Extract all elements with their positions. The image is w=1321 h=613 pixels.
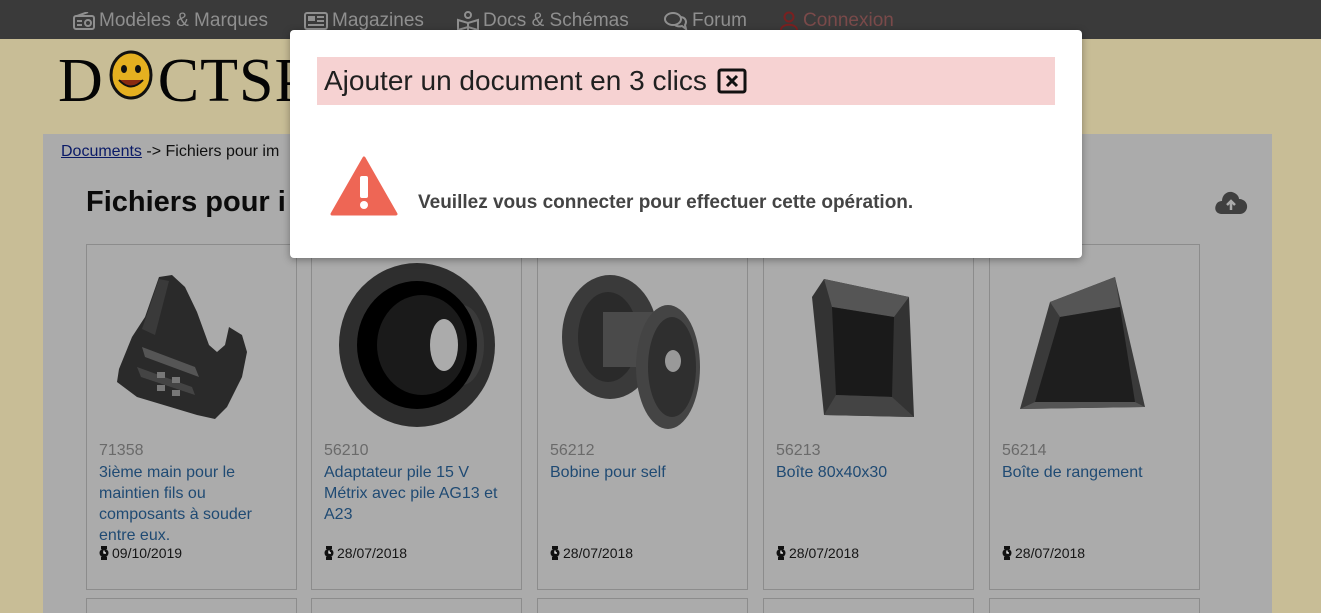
comments-icon: [664, 12, 688, 30]
book-reader-icon: [457, 11, 479, 31]
document-id: 56210: [324, 442, 369, 459]
document-card[interactable]: [989, 598, 1200, 613]
clock-icon: [776, 546, 786, 560]
nav-docs-schemas-label: Docs & Schémas: [483, 10, 629, 31]
close-icon[interactable]: [717, 68, 747, 94]
nav-models-brands[interactable]: Modèles & Marques: [73, 9, 268, 33]
clock-icon: [1002, 546, 1012, 560]
document-date-value: 28/07/2018: [789, 545, 860, 561]
document-id: 56212: [550, 442, 595, 459]
breadcrumb-current: Fichiers pour im: [165, 143, 280, 160]
document-card[interactable]: 56214 Boîte de rangement 28/07/2018: [989, 244, 1200, 590]
document-id: 71358: [99, 442, 144, 459]
nav-magazines-label: Magazines: [332, 10, 424, 31]
logo-text: CTSP: [157, 46, 310, 115]
document-date-value: 09/10/2019: [112, 545, 183, 561]
document-date: 28/07/2018: [1002, 545, 1085, 561]
nav-login-label: Connexion: [803, 10, 894, 31]
document-thumbnail: [339, 263, 495, 427]
page-title: Fichiers pour i: [86, 186, 286, 218]
newspaper-icon: [304, 12, 328, 30]
document-card[interactable]: [763, 598, 974, 613]
document-thumbnail: [812, 279, 914, 417]
document-card[interactable]: 56213 Boîte 80x40x30 28/07/2018: [763, 244, 974, 590]
document-title-link[interactable]: 3ième main pour le maintien fils ou comp…: [99, 462, 289, 546]
document-title-link[interactable]: Boîte de rangement: [1002, 462, 1192, 483]
document-id: 56214: [1002, 442, 1047, 459]
document-date-value: 28/07/2018: [1015, 545, 1086, 561]
radio-icon: [73, 12, 95, 30]
warning-icon: [330, 156, 398, 221]
breadcrumb: Documents -> Fichiers pour im: [61, 143, 279, 161]
document-title-link[interactable]: Adaptateur pile 15 V Métrix avec pile AG…: [324, 462, 514, 525]
smiley-icon: [106, 46, 156, 117]
user-icon: [780, 11, 798, 31]
clock-icon: [99, 546, 109, 560]
document-card[interactable]: [537, 598, 748, 613]
modal-title: Ajouter un document en 3 clics: [324, 65, 707, 96]
document-thumbnail: [562, 275, 700, 429]
document-date-value: 28/07/2018: [563, 545, 634, 561]
document-thumbnail: [1020, 277, 1145, 409]
site-logo[interactable]: D CTSP: [58, 47, 310, 115]
nav-models-brands-label: Modèles & Marques: [99, 10, 268, 31]
document-card[interactable]: [86, 598, 297, 613]
modal-header: Ajouter un document en 3 clics: [317, 57, 1055, 105]
login-required-message: Veuillez vous connecter pour effectuer c…: [418, 192, 914, 213]
breadcrumb-separator: ->: [141, 143, 166, 160]
logo-letter-d: D: [58, 46, 104, 115]
document-date: 28/07/2018: [324, 545, 407, 561]
document-id: 56213: [776, 442, 821, 459]
document-card[interactable]: 71358 3ième main pour le maintien fils o…: [86, 244, 297, 590]
document-date: 28/07/2018: [550, 545, 633, 561]
breadcrumb-documents-link[interactable]: Documents: [61, 143, 142, 160]
document-date-value: 28/07/2018: [337, 545, 408, 561]
clock-icon: [550, 546, 560, 560]
clock-icon: [324, 546, 334, 560]
document-card[interactable]: 56212 Bobine pour self 28/07/2018: [537, 244, 748, 590]
nav-forum-label: Forum: [692, 10, 747, 31]
document-date: 28/07/2018: [776, 545, 859, 561]
document-card[interactable]: [311, 598, 522, 613]
add-document-modal: Ajouter un document en 3 clics Veuillez …: [290, 30, 1082, 258]
document-date: 09/10/2019: [99, 545, 182, 561]
cloud-upload-icon[interactable]: [1214, 190, 1248, 221]
document-thumbnail: [117, 275, 247, 419]
document-title-link[interactable]: Bobine pour self: [550, 462, 740, 483]
document-title-link[interactable]: Boîte 80x40x30: [776, 462, 966, 483]
document-card[interactable]: 56210 Adaptateur pile 15 V Métrix avec p…: [311, 244, 522, 590]
